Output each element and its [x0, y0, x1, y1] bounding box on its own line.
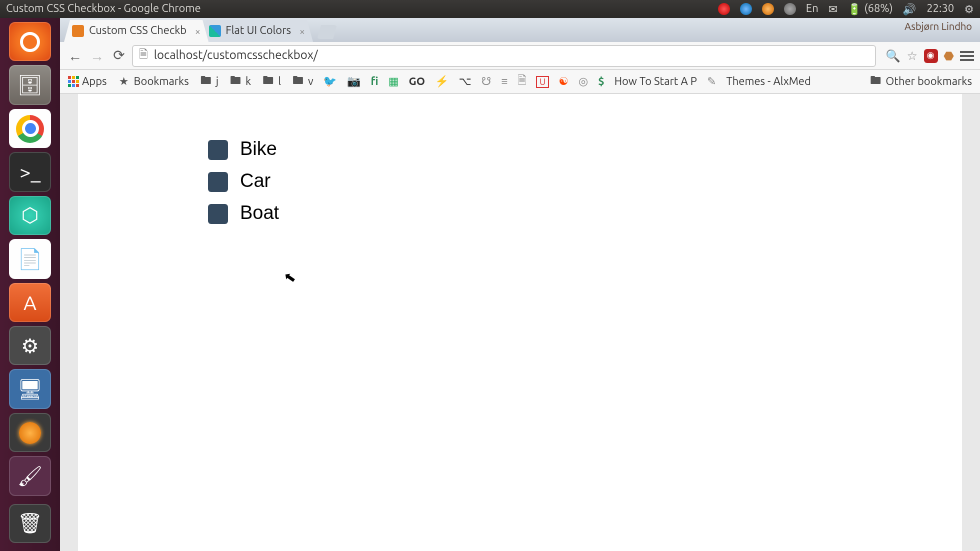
- bookmark-go-icon[interactable]: GO: [409, 76, 425, 88]
- bookmark-fi-icon[interactable]: fi: [371, 76, 379, 88]
- launcher-dash[interactable]: [9, 22, 51, 61]
- launcher-writer[interactable]: 📄: [9, 239, 51, 278]
- bookmark-dollar-icon[interactable]: $: [598, 76, 604, 88]
- checkbox-car[interactable]: [208, 172, 228, 192]
- launcher-software[interactable]: A: [9, 283, 51, 322]
- apps-grid-icon: [68, 76, 79, 87]
- launcher-displays[interactable]: 🖥: [9, 369, 51, 408]
- tab-label: Custom CSS Checkb: [89, 25, 187, 37]
- bookmark-folder-v[interactable]: 🖿v: [291, 72, 313, 91]
- volume-icon[interactable]: 🔊: [903, 3, 917, 16]
- bookmark-github-icon[interactable]: ⌥: [459, 75, 472, 88]
- bookmark-howto[interactable]: How To Start A P: [614, 76, 697, 88]
- new-tab-button[interactable]: [317, 25, 337, 39]
- favicon-icon: [72, 25, 84, 37]
- checkbox-label[interactable]: Car: [240, 171, 271, 193]
- bookmark-folder-l[interactable]: 🖿l: [261, 72, 281, 91]
- checkbox-boat[interactable]: [208, 204, 228, 224]
- launcher-terminal[interactable]: >_: [9, 152, 51, 191]
- tray-dot-grey[interactable]: [784, 3, 796, 15]
- bookmarks-bar: Apps ★Bookmarks 🖿j 🖿k 🖿l 🖿v 🐦 📷 fi ▦ GO …: [60, 70, 980, 94]
- tab-close-icon[interactable]: ×: [299, 26, 305, 37]
- favicon-icon: [209, 25, 221, 37]
- mail-icon[interactable]: ✉: [828, 3, 837, 16]
- bookmark-green-icon[interactable]: ▦: [388, 75, 398, 88]
- reload-button[interactable]: ⟳: [110, 47, 128, 65]
- bookmark-themes[interactable]: Themes - AlxMed: [726, 76, 811, 88]
- mouse-cursor-icon: ⬉: [283, 268, 298, 287]
- tab-label: Flat UI Colors: [226, 25, 291, 37]
- bookmark-lines-icon[interactable]: ≡: [501, 76, 507, 88]
- web-page: Bike Car Boat ⬉: [60, 94, 980, 551]
- bookmark-pencil-icon[interactable]: ✎: [707, 75, 716, 88]
- forward-button[interactable]: →: [88, 47, 106, 65]
- bookmark-folder-j[interactable]: 🖿j: [199, 72, 219, 91]
- bookmarks-menu[interactable]: ★Bookmarks: [117, 75, 189, 88]
- checkbox-list: Bike Car Boat: [208, 139, 962, 225]
- checkbox-row-car: Car: [208, 171, 962, 193]
- bookmark-target-icon[interactable]: ◎: [579, 75, 589, 88]
- chrome-menu-button[interactable]: [960, 51, 974, 61]
- checkbox-label[interactable]: Bike: [240, 139, 277, 161]
- clock[interactable]: 22:30: [927, 3, 955, 15]
- bookmark-red-icon[interactable]: U: [536, 76, 548, 88]
- page-content: Bike Car Boat ⬉: [78, 94, 962, 551]
- bookmark-folder-k[interactable]: 🖿k: [229, 72, 252, 91]
- launcher-files[interactable]: 🗄: [9, 65, 51, 104]
- checkbox-row-bike: Bike: [208, 139, 962, 161]
- tab-close-icon[interactable]: ×: [195, 26, 201, 37]
- bookmark-person-icon[interactable]: ☋: [481, 75, 491, 88]
- launcher-chrome[interactable]: [9, 109, 51, 148]
- tab-flat-ui-colors[interactable]: Flat UI Colors ×: [201, 20, 313, 42]
- zoom-icon[interactable]: 🔍: [886, 49, 901, 63]
- star-icon[interactable]: ☆: [907, 49, 918, 63]
- bookmark-reddit-icon[interactable]: ☯: [559, 75, 569, 88]
- battery-indicator[interactable]: 🔋(68%): [848, 3, 893, 16]
- url-text: localhost/customcsscheckbox/: [154, 49, 318, 62]
- checkbox-bike[interactable]: [208, 140, 228, 160]
- window-title: Custom CSS Checkbox - Google Chrome: [6, 3, 201, 15]
- site-info-icon[interactable]: 🗎: [139, 46, 148, 65]
- tab-strip: Custom CSS Checkb × Flat UI Colors × Asb…: [60, 18, 980, 42]
- bookmark-doc-icon[interactable]: 🗎: [518, 72, 527, 91]
- tray-dot-blue[interactable]: [740, 3, 752, 15]
- launcher-brush[interactable]: 🖌: [9, 456, 51, 495]
- extension-icon[interactable]: ⬣: [944, 49, 954, 63]
- tray-dot-red[interactable]: [718, 3, 730, 15]
- back-button[interactable]: ←: [66, 47, 84, 65]
- bookmark-twitter-icon[interactable]: 🐦: [323, 75, 337, 88]
- tab-custom-css-checkbox[interactable]: Custom CSS Checkb ×: [64, 20, 209, 42]
- gnome-top-panel: Custom CSS Checkbox - Google Chrome En ✉…: [0, 0, 980, 18]
- apps-shortcut[interactable]: Apps: [68, 76, 107, 88]
- checkbox-label[interactable]: Boat: [240, 203, 279, 225]
- bookmark-camera-icon[interactable]: 📷: [347, 75, 361, 88]
- bookmark-bolt-icon[interactable]: ⚡: [435, 75, 449, 88]
- keyboard-layout-indicator[interactable]: En: [806, 3, 818, 15]
- chrome-profile-name[interactable]: Asbjørn Lindho: [904, 21, 972, 32]
- launcher-updates[interactable]: [9, 413, 51, 452]
- address-bar[interactable]: 🗎 localhost/customcsscheckbox/: [132, 45, 876, 67]
- tray-dot-orange[interactable]: [762, 3, 774, 15]
- checkbox-row-boat: Boat: [208, 203, 962, 225]
- launcher-settings[interactable]: ⚙: [9, 326, 51, 365]
- system-gear-icon[interactable]: ⚙: [964, 3, 974, 16]
- chrome-window: Custom CSS Checkb × Flat UI Colors × Asb…: [60, 18, 980, 551]
- unity-launcher: 🗄 >_ ⬡ 📄 A ⚙ 🖥 🖌 🗑: [0, 18, 60, 551]
- ublock-icon[interactable]: ◉: [924, 49, 938, 63]
- browser-toolbar: ← → ⟳ 🗎 localhost/customcsscheckbox/ 🔍 ☆…: [60, 42, 980, 70]
- launcher-trash[interactable]: 🗑: [9, 504, 51, 543]
- launcher-atom[interactable]: ⬡: [9, 196, 51, 235]
- other-bookmarks[interactable]: 🖿Other bookmarks: [869, 72, 972, 91]
